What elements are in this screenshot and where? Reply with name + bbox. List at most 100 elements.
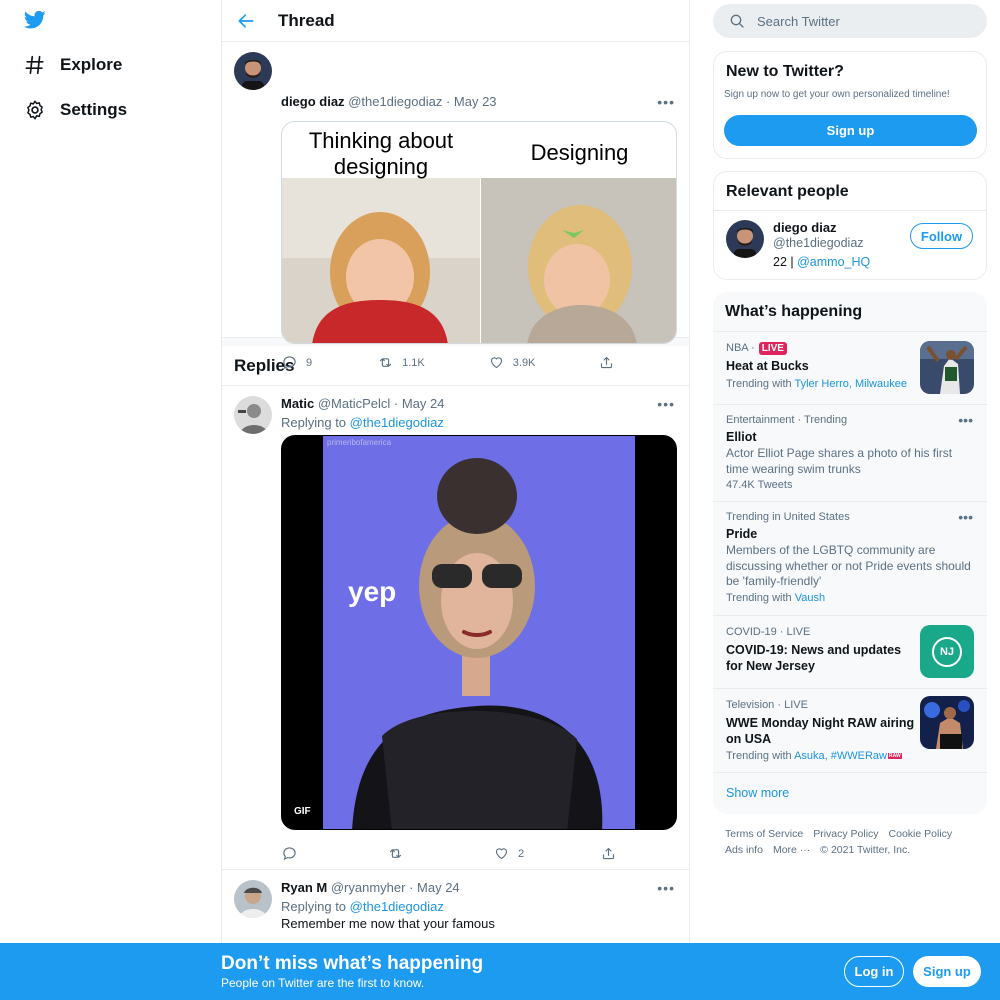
footer-privacy[interactable]: Privacy Policy (813, 828, 878, 840)
replying-to-link[interactable]: @the1diegodiaz (350, 899, 444, 914)
banner-subtitle: People on Twitter are the first to know. (221, 976, 425, 990)
reply-icon (283, 356, 296, 370)
share-button[interactable] (601, 846, 616, 861)
gif-media[interactable]: primeribofamerica yep GIF (281, 435, 677, 830)
nav-explore[interactable]: Explore (24, 51, 122, 79)
show-more-link[interactable]: Show more (726, 786, 789, 800)
thread-column: Thread diego diaz @the1diegodiaz · May 2… (221, 0, 690, 1000)
person-handle[interactable]: @the1diegodiaz (773, 236, 864, 250)
trend-with: Trending with Vaush (726, 592, 825, 604)
retweet-icon (380, 358, 392, 367)
trend-item[interactable]: Trending in United States Pride Members … (713, 501, 987, 615)
search-box[interactable] (713, 4, 987, 38)
footer-terms[interactable]: Terms of Service (725, 828, 803, 840)
back-arrow-icon[interactable] (236, 11, 256, 31)
meme-caption-left: Thinking about designing (308, 128, 454, 179)
like-button[interactable]: 2 (494, 846, 524, 861)
tweet-text: Remember me now that your famous (281, 916, 495, 931)
tweet-count: 47.4K Tweets (726, 479, 793, 491)
trending-links[interactable]: Vaush (795, 592, 825, 604)
signup-button[interactable]: Sign up (913, 956, 981, 987)
trend-name: Pride (726, 527, 758, 541)
trend-item[interactable]: NBA · LIVE Heat at Bucks Trending with Ty… (713, 331, 987, 404)
follow-button[interactable]: Follow (910, 223, 973, 249)
reply-icon (283, 847, 296, 861)
trend-description: Members of the LGBTQ community are discu… (726, 543, 971, 588)
bio-link[interactable]: @ammo_HQ (797, 255, 870, 269)
more-menu-icon[interactable]: ••• (958, 509, 973, 525)
footer-more[interactable]: More ··· (773, 844, 810, 856)
more-menu-icon[interactable]: ••• (657, 396, 675, 412)
trend-item[interactable]: Television · LIVE WWE Monday Night RAW a… (713, 688, 987, 772)
tweet-date[interactable]: · May 23 (446, 94, 497, 109)
avatar[interactable] (234, 52, 272, 90)
hashtag-icon (25, 55, 44, 75)
login-button[interactable]: Log in (844, 956, 904, 987)
share-button[interactable] (599, 355, 614, 370)
retweet-icon (389, 849, 402, 858)
nav-settings[interactable]: Settings (24, 96, 127, 124)
footer-cookie[interactable]: Cookie Policy (889, 828, 953, 840)
bio-text: 22 | (773, 255, 794, 269)
trending-links[interactable]: Tyler Herro, Milwaukee (794, 378, 906, 390)
avatar[interactable] (234, 880, 272, 918)
trending-links[interactable]: Asuka, #WWERaw (794, 750, 887, 762)
avatar[interactable] (234, 396, 272, 434)
search-icon (730, 14, 744, 28)
gif-caption: yep (348, 576, 397, 607)
author-handle[interactable]: @the1diegodiaz (348, 94, 442, 109)
sidebar-signup-button[interactable]: Sign up (724, 115, 977, 146)
author-name[interactable]: Ryan M (281, 880, 327, 895)
trend-thumbnail (920, 341, 974, 394)
nav-explore-label: Explore (60, 55, 123, 74)
trend-name: WWE Monday Night RAW airing on USA (726, 716, 915, 746)
new-to-twitter-card: New to Twitter? Sign up now to get your … (713, 51, 987, 159)
trending-prefix: Trending with (726, 378, 792, 390)
heart-icon (490, 357, 502, 369)
trend-with: Trending with Asuka, #WWERaw RAW (726, 750, 902, 762)
trend-category: NBA · (726, 342, 755, 354)
reply-count: 9 (306, 356, 313, 369)
trend-context: COVID-19 · LIVE (726, 626, 811, 638)
main-tweet[interactable]: diego diaz @the1diegodiaz · May 23 ••• T… (222, 42, 689, 370)
card-title: Relevant people (726, 183, 849, 200)
reply-button[interactable] (282, 846, 306, 861)
tweet-meta: Ryan M @ryanmyher · May 24 (281, 880, 460, 895)
left-nav: Explore Settings (0, 0, 222, 1000)
replying-prefix: Replying to (281, 899, 347, 914)
reply-button[interactable]: 9 (282, 355, 312, 370)
search-input[interactable] (757, 13, 957, 29)
whats-happening-card: What’s happening NBA · LIVE Heat at Bucks… (713, 292, 987, 814)
author-handle[interactable]: @MaticPelcl (318, 396, 390, 411)
replying-to: Replying to @the1diegodiaz (281, 899, 444, 914)
reply-tweet[interactable]: Matic @MaticPelcl · May 24 ••• Replying … (222, 386, 689, 870)
replying-to: Replying to @the1diegodiaz (281, 415, 444, 430)
avatar[interactable] (726, 220, 764, 258)
trending-prefix: Trending with (726, 592, 792, 604)
replying-to-link[interactable]: @the1diegodiaz (350, 415, 444, 430)
page: Explore Settings Thread diego diaz @the1… (0, 0, 1000, 1000)
retweet-button[interactable] (388, 846, 412, 861)
trend-item[interactable]: Entertainment · Trending Elliot Actor El… (713, 404, 987, 501)
trend-context: Trending in United States (726, 511, 850, 523)
author-name[interactable]: diego diaz (281, 94, 345, 109)
like-button[interactable]: 3.9K (489, 355, 535, 370)
like-count: 2 (518, 847, 525, 860)
retweet-button[interactable]: 1.1K (378, 355, 425, 370)
author-name[interactable]: Matic (281, 396, 314, 411)
signup-banner: Don’t miss what’s happening People on Tw… (0, 943, 1000, 1000)
more-menu-icon[interactable]: ••• (657, 94, 675, 110)
twitter-logo-icon[interactable] (24, 10, 46, 30)
more-menu-icon[interactable]: ••• (958, 412, 973, 428)
person-name[interactable]: diego diaz (773, 220, 837, 235)
meme-image[interactable]: Thinking about designing Designing (281, 121, 677, 344)
tweet-actions: 2 (282, 846, 616, 861)
relevant-people-card: Relevant people diego diaz @the1diegodia… (713, 171, 987, 280)
replying-prefix: Replying to (281, 415, 347, 430)
more-menu-icon[interactable]: ••• (657, 880, 675, 896)
footer-ads-info[interactable]: Ads info (725, 844, 763, 856)
tweet-date[interactable]: · May 24 (394, 396, 445, 411)
author-handle[interactable]: @ryanmyher (331, 880, 406, 895)
trend-item[interactable]: COVID-19 · LIVE COVID-19: News and updat… (713, 615, 987, 688)
tweet-date[interactable]: · May 24 (409, 880, 460, 895)
